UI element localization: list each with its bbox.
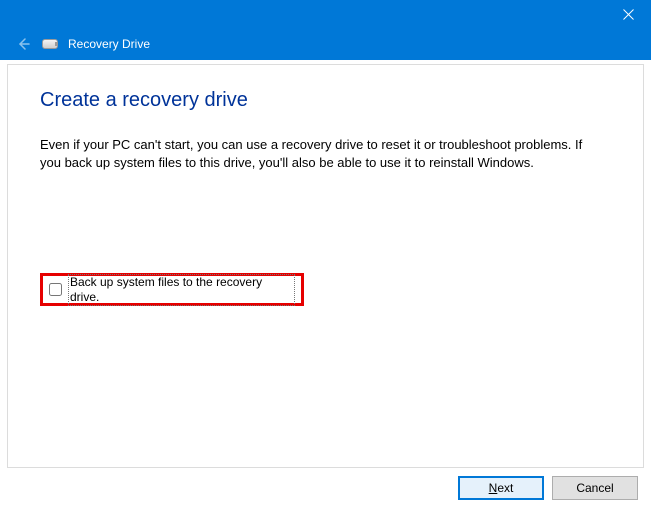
next-rest: ext (497, 481, 513, 495)
header: Recovery Drive (0, 28, 651, 60)
back-icon (15, 36, 31, 52)
cancel-button[interactable]: Cancel (552, 476, 638, 500)
content-area: Create a recovery drive Even if your PC … (7, 64, 644, 468)
close-icon (623, 9, 634, 20)
close-button[interactable] (606, 0, 651, 28)
titlebar (0, 0, 651, 28)
next-button[interactable]: Next (458, 476, 544, 500)
backup-checkbox[interactable] (49, 283, 62, 296)
backup-checkbox-label[interactable]: Back up system files to the recovery dri… (68, 274, 295, 306)
backup-option-highlight: Back up system files to the recovery dri… (40, 273, 304, 306)
footer: Next Cancel (7, 470, 644, 506)
recovery-drive-wizard: Recovery Drive Create a recovery drive E… (0, 0, 651, 512)
recovery-drive-icon (42, 37, 60, 51)
page-title: Create a recovery drive (40, 89, 611, 112)
header-title: Recovery Drive (68, 37, 150, 51)
page-description: Even if your PC can't start, you can use… (40, 136, 600, 172)
back-button (14, 35, 32, 53)
